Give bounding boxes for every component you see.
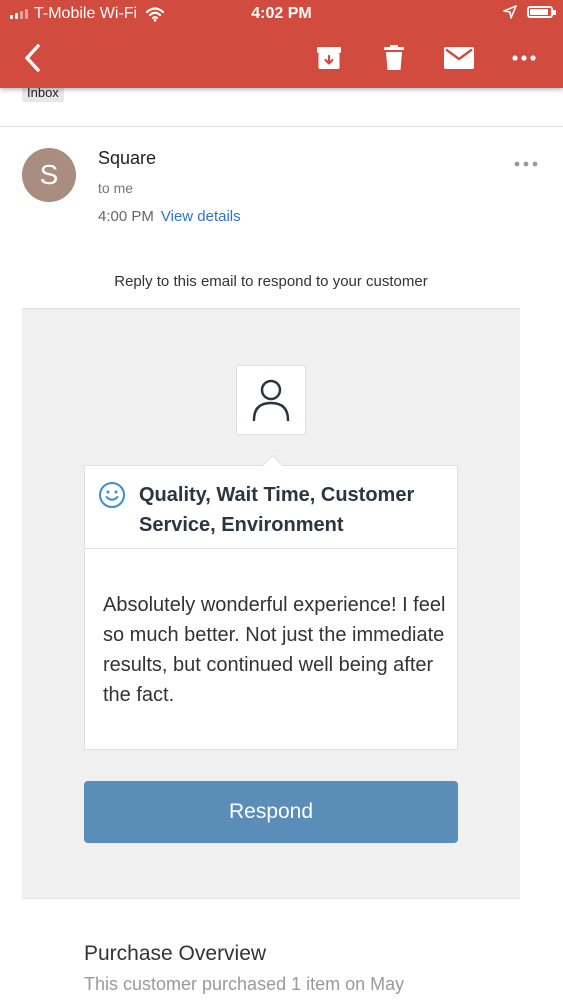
email-meta: 4:00 PM View details	[98, 208, 241, 225]
sender-avatar: S	[22, 148, 76, 202]
status-bar: T-Mobile Wi-Fi 4:02 PM	[0, 0, 563, 30]
view-details-link[interactable]: View details	[161, 208, 241, 225]
divider	[0, 126, 563, 127]
message-more-button[interactable]	[506, 156, 546, 172]
location-arrow-icon	[503, 5, 517, 19]
archive-icon	[317, 47, 341, 69]
divider	[22, 898, 520, 899]
more-options-button[interactable]	[502, 36, 546, 80]
more-icon	[514, 161, 538, 167]
respond-button[interactable]: Respond	[84, 781, 458, 843]
app-header: T-Mobile Wi-Fi 4:02 PM	[0, 0, 563, 88]
recipient-line: to me	[98, 180, 134, 196]
purchase-overview-title: Purchase Overview	[84, 942, 267, 965]
archive-button[interactable]	[307, 36, 351, 80]
back-button[interactable]	[10, 36, 54, 80]
mail-icon	[444, 47, 474, 69]
smiley-icon	[99, 482, 125, 508]
review-header: Quality, Wait Time, Customer Service, En…	[85, 466, 457, 549]
review-text: Absolutely wonderful experience! I feel …	[103, 594, 446, 706]
purchase-overview-text: This customer purchased 1 item on May	[84, 974, 405, 994]
back-icon	[25, 44, 40, 72]
trash-icon	[384, 45, 404, 70]
reply-note: Reply to this email to respond to your c…	[114, 273, 428, 290]
person-icon	[252, 379, 290, 422]
customer-avatar-box	[236, 365, 306, 435]
sender-name: Square	[98, 148, 157, 168]
email-time: 4:00 PM	[98, 208, 154, 225]
review-card: Quality, Wait Time, Customer Service, En…	[84, 454, 458, 750]
feedback-section: Quality, Wait Time, Customer Service, En…	[22, 308, 520, 899]
status-time: 4:02 PM	[251, 5, 312, 22]
mark-unread-button[interactable]	[437, 36, 481, 80]
feedback-tags: Quality, Wait Time, Customer Service, En…	[139, 484, 415, 536]
more-icon	[512, 55, 536, 61]
battery-icon	[527, 6, 556, 18]
delete-button[interactable]	[372, 36, 416, 80]
email-toolbar	[0, 36, 563, 80]
